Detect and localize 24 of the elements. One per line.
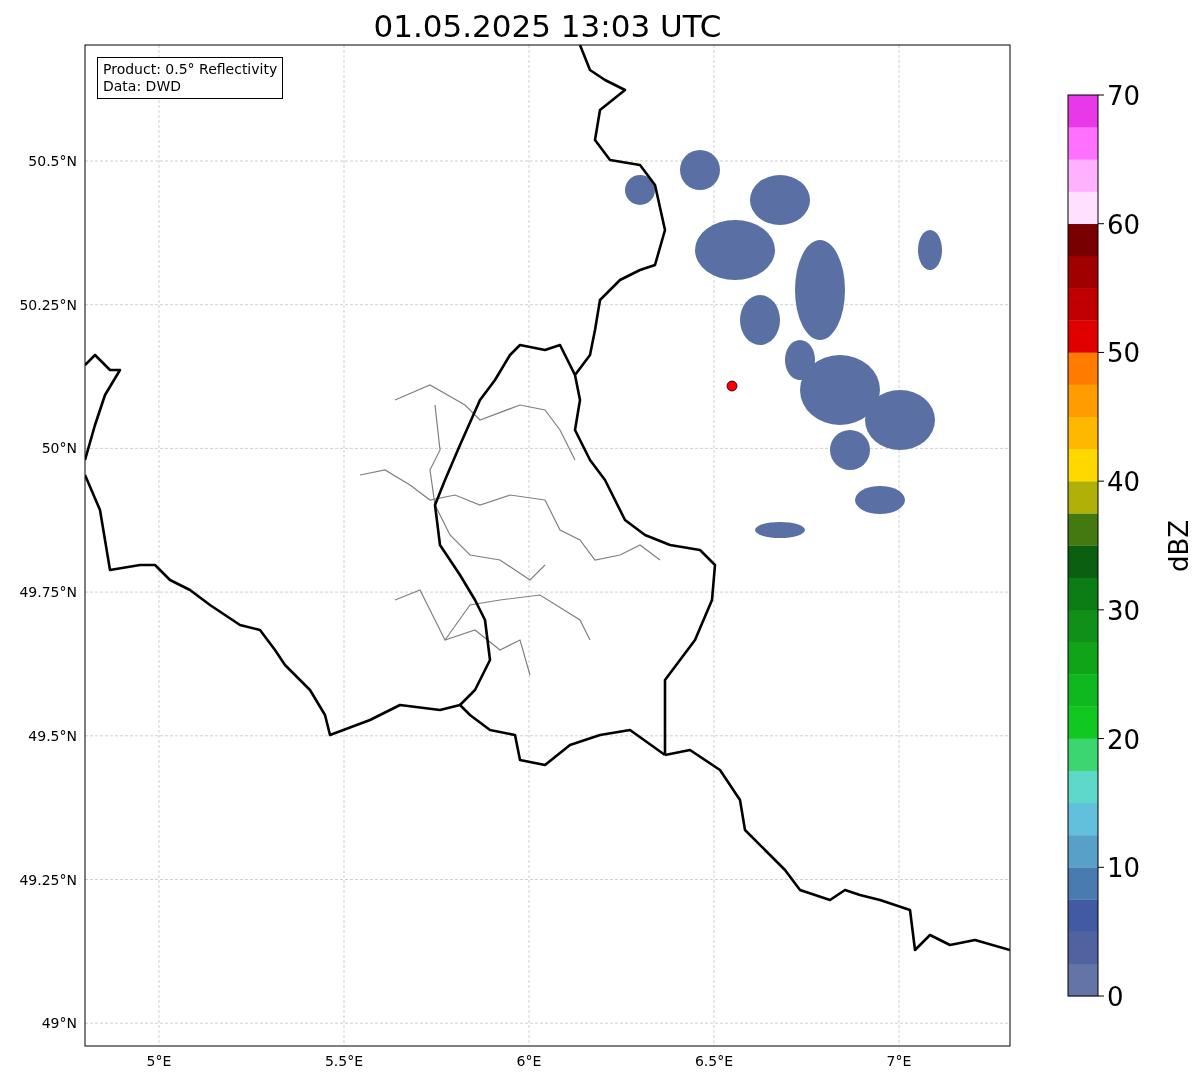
axis-tick-label: 49°N [41,1015,77,1032]
axis-tick-label: 50°N [41,440,77,457]
chart-title: 01.05.2025 13:03 UTC [373,8,722,44]
axis-tick-label: 5°E [146,1053,172,1069]
colorbar-tick-label: 0 [1107,982,1124,1012]
axis-tick-label: 50.25°N [19,296,77,313]
colorbar-tick-label: 60 [1107,209,1141,240]
colorbar-tick-label: 10 [1107,853,1141,884]
axis-tick-label: 49.25°N [19,871,77,888]
legend-text: Data: DWD [103,78,182,95]
colorbar-tick-label: 50 [1107,338,1141,369]
colorbar-tick-label: 20 [1107,724,1141,755]
axis-tick-label: 6°E [516,1053,542,1069]
legend-text: Product: 0.5° Reflectivity [103,61,278,78]
colorbar-tick-label: 30 [1107,595,1141,626]
axis-tick-label: 49.75°N [19,584,77,601]
colorbar-label: dBZ [1164,519,1194,573]
colorbar-tick-label: 70 [1107,81,1141,111]
axis-tick-label: 5.5°E [324,1053,364,1069]
axis-tick-label: 49.5°N [28,727,77,744]
axis-tick-label: 50.5°N [28,153,77,169]
colorbar-tick-label: 40 [1107,467,1141,498]
axis-tick-label: 6.5°E [694,1053,734,1069]
axis-tick-label: 7°E [886,1053,912,1069]
